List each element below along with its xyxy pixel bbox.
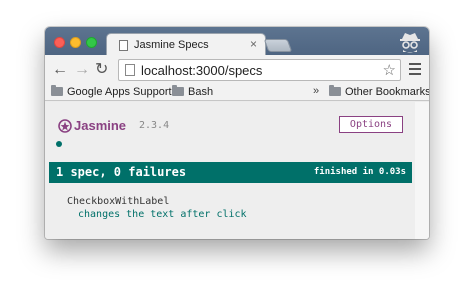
- page-content: Jasmine 2.3.4 Options 1 spec, 0 failures…: [45, 102, 429, 239]
- browser-toolbar: ← → ↻ localhost:3000/specs ☆: [45, 55, 429, 85]
- bookmark-bash[interactable]: Bash: [172, 85, 214, 98]
- new-tab-button[interactable]: [263, 39, 293, 52]
- bookmark-label: Google Apps Support: [67, 86, 172, 98]
- results-duration: finished in 0.03s: [313, 167, 406, 177]
- bookmarks-overflow-icon[interactable]: »: [313, 85, 319, 97]
- address-bar[interactable]: localhost:3000/specs ☆: [118, 59, 401, 81]
- bookmark-google-apps-support[interactable]: Google Apps Support: [51, 85, 172, 98]
- maximize-window-button[interactable]: [86, 37, 97, 48]
- forward-arrow-icon[interactable]: →: [74, 60, 90, 80]
- bookmark-label: Bash: [188, 86, 214, 98]
- bookmark-label: Other Bookmarks: [345, 86, 429, 98]
- page-scrollbar[interactable]: [415, 102, 429, 239]
- folder-icon: [329, 85, 341, 96]
- address-url[interactable]: localhost:3000/specs: [141, 63, 262, 78]
- results-summary-bar: 1 spec, 0 failures finished in 0.03s: [49, 162, 412, 183]
- spec-link[interactable]: changes the text after click: [78, 209, 247, 220]
- incognito-icon: [400, 33, 420, 53]
- results-summary: 1 spec, 0 failures: [56, 165, 187, 179]
- browser-window: Jasmine Specs × ← → ↻ localhost:3000/spe…: [45, 27, 429, 239]
- jasmine-version: 2.3.4: [139, 120, 170, 131]
- passed-spec-dot[interactable]: [56, 141, 62, 147]
- bookmark-star-icon[interactable]: ☆: [383, 61, 396, 79]
- folder-icon: [51, 85, 63, 96]
- bookmark-other-bookmarks[interactable]: Other Bookmarks: [329, 85, 429, 98]
- tab-title: Jasmine Specs: [134, 39, 209, 51]
- tab-jasmine-specs[interactable]: Jasmine Specs ×: [106, 33, 266, 56]
- page-favicon-icon: [119, 40, 128, 51]
- options-button[interactable]: Options: [339, 116, 403, 133]
- jasmine-brand: Jasmine: [74, 118, 127, 133]
- page-icon: [125, 64, 135, 76]
- back-arrow-icon[interactable]: ←: [52, 60, 68, 80]
- title-bar: Jasmine Specs ×: [45, 27, 429, 56]
- close-window-button[interactable]: [54, 37, 65, 48]
- jasmine-logo-icon: [58, 119, 72, 133]
- suite-link[interactable]: CheckboxWithLabel: [67, 196, 169, 207]
- tab-close-icon[interactable]: ×: [250, 37, 257, 51]
- browser-menu-icon[interactable]: [409, 63, 421, 75]
- folder-icon: [172, 85, 184, 96]
- bookmarks-bar: Google Apps Support Bash » Other Bookmar…: [45, 85, 429, 101]
- reload-icon[interactable]: ↻: [95, 60, 108, 80]
- minimize-window-button[interactable]: [70, 37, 81, 48]
